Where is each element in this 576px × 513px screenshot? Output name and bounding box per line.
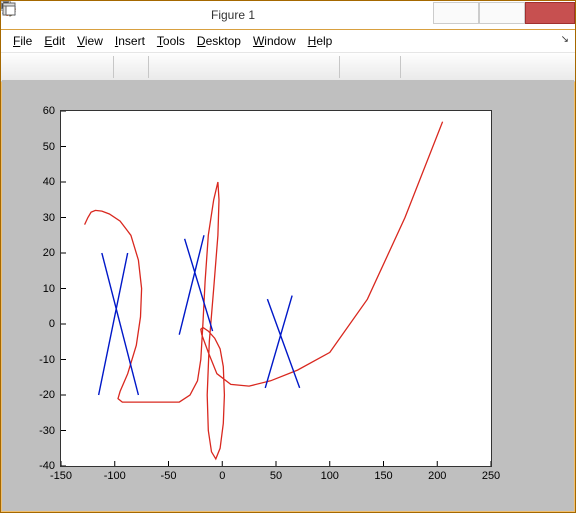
ytick-label: 20 xyxy=(43,247,55,259)
menu-file[interactable]: File xyxy=(7,32,38,50)
close-button[interactable] xyxy=(525,2,575,24)
menu-window[interactable]: Window xyxy=(247,32,302,50)
xtick-label: 250 xyxy=(482,470,500,482)
xtick-label: 50 xyxy=(270,470,282,482)
pan-button[interactable] xyxy=(206,55,230,79)
ytick-label: 40 xyxy=(43,176,55,188)
toolbar xyxy=(1,53,575,82)
ytick-label: 30 xyxy=(43,212,55,224)
menu-help[interactable]: Help xyxy=(302,32,339,50)
show-plot-tools-button[interactable] xyxy=(432,55,456,79)
brush-button[interactable] xyxy=(284,55,308,79)
xtick-label: -150 xyxy=(50,470,72,482)
ytick-label: -30 xyxy=(39,425,55,437)
legend-button[interactable] xyxy=(371,55,395,79)
save-button[interactable] xyxy=(58,55,82,79)
minimize-button[interactable] xyxy=(433,2,479,24)
colorbar-button[interactable] xyxy=(345,55,369,79)
xtick-label: -100 xyxy=(104,470,126,482)
edit-plot-button[interactable] xyxy=(119,55,143,79)
open-button[interactable] xyxy=(32,55,56,79)
axes[interactable]: -40-30-20-100102030405060 -150-100-50050… xyxy=(60,110,492,467)
xtick-label: -50 xyxy=(161,470,177,482)
zoom-in-button[interactable] xyxy=(154,55,178,79)
plot-canvas xyxy=(61,111,491,466)
xtick-label: 200 xyxy=(428,470,446,482)
xtick-label: 150 xyxy=(374,470,392,482)
dock-button[interactable]: ↘ xyxy=(561,34,569,45)
data-cursor-button[interactable] xyxy=(258,55,282,79)
maximize-button[interactable] xyxy=(479,2,525,24)
figure-client-area: -40-30-20-100102030405060 -150-100-50050… xyxy=(2,80,574,511)
print-button[interactable] xyxy=(84,55,108,79)
ytick-label: 60 xyxy=(43,105,55,117)
menu-insert[interactable]: Insert xyxy=(109,32,151,50)
ytick-label: 10 xyxy=(43,283,55,295)
ytick-label: 0 xyxy=(49,318,55,330)
ytick-label: -20 xyxy=(39,389,55,401)
hide-plot-tools-button[interactable] xyxy=(406,55,430,79)
ytick-label: 50 xyxy=(43,141,55,153)
xtick-label: 0 xyxy=(219,470,225,482)
window-title: Figure 1 xyxy=(33,8,433,22)
menu-tools[interactable]: Tools xyxy=(151,32,191,50)
zoom-out-button[interactable] xyxy=(180,55,204,79)
link-button[interactable] xyxy=(310,55,334,79)
menu-edit[interactable]: Edit xyxy=(38,32,71,50)
new-figure-button[interactable] xyxy=(6,55,30,79)
menu-desktop[interactable]: Desktop xyxy=(191,32,247,50)
ytick-label: -10 xyxy=(39,354,55,366)
xtick-label: 100 xyxy=(321,470,339,482)
titlebar: Figure 1 xyxy=(1,1,575,30)
menubar: File Edit View Insert Tools Desktop Wind… xyxy=(1,30,575,53)
menu-view[interactable]: View xyxy=(71,32,109,50)
rotate3d-button[interactable] xyxy=(232,55,256,79)
